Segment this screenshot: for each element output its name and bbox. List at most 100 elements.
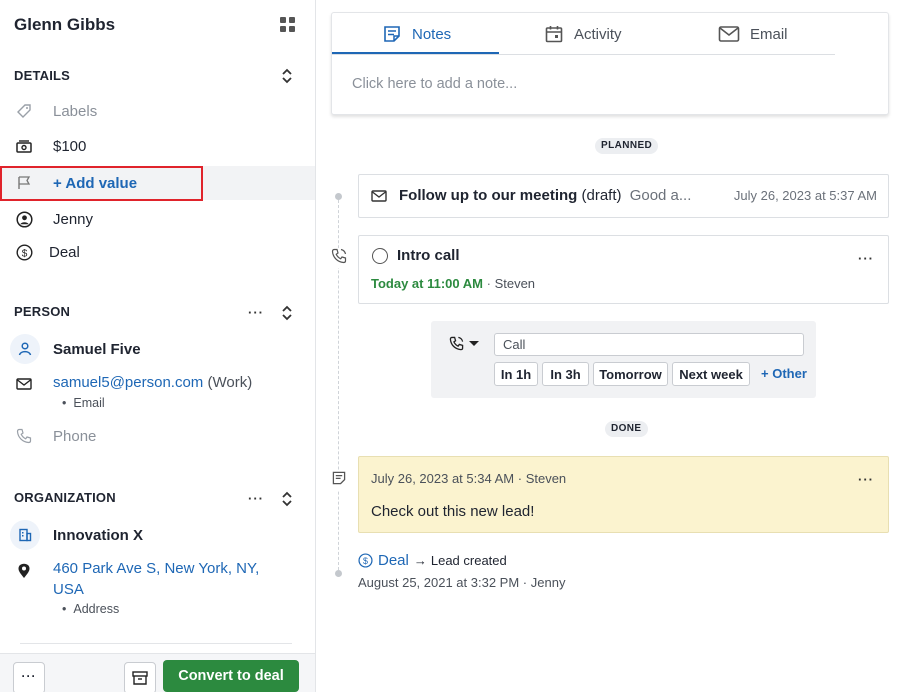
note-icon	[384, 26, 400, 42]
note-date: July 26, 2023 at 5:34 AM	[371, 471, 515, 486]
sidebar: Glenn Gibbs DETAILS Labels $100 + Add va…	[0, 0, 316, 692]
details-expand-icon[interactable]	[280, 67, 294, 85]
labels-row[interactable]: Labels	[0, 94, 315, 128]
in-3h-button[interactable]: In 3h	[542, 362, 589, 386]
call-due-time: Today at 11:00 AM	[371, 276, 483, 291]
tab-activity[interactable]: Activity	[544, 13, 622, 55]
owner-row[interactable]: Jenny	[0, 202, 315, 236]
quick-add-activity: Call In 1h In 3h Tomorrow Next week + Ot…	[431, 321, 816, 398]
building-icon	[19, 528, 32, 542]
money-icon	[15, 137, 33, 155]
person-email-link[interactable]: samuel5@person.com	[53, 374, 203, 391]
lead-created-author: Jenny	[530, 575, 566, 590]
note-text: Check out this new lead!	[371, 503, 535, 520]
person-expand-icon[interactable]	[280, 304, 294, 322]
email-date: July 26, 2023 at 5:37 AM	[733, 188, 877, 203]
user-circle-icon	[15, 210, 33, 228]
arrow-right-icon: →	[413, 553, 427, 568]
planned-label: PLANNED	[595, 138, 659, 154]
organization-name[interactable]: Innovation X	[53, 527, 143, 544]
lead-created-text: Lead created	[430, 553, 507, 568]
pipeline-row[interactable]: $ Deal	[0, 235, 315, 269]
call-activity-item[interactable]: Intro call Today at 11:00 AM · Steven ··…	[358, 235, 889, 304]
organization-heading: ORGANIZATION	[14, 490, 116, 505]
svg-text:$: $	[363, 556, 368, 566]
note-composer: Notes Activity Email Click here to add a…	[331, 12, 889, 115]
person-name[interactable]: Samuel Five	[53, 341, 141, 358]
person-icon	[18, 342, 32, 356]
lead-title: Glenn Gibbs	[14, 15, 116, 34]
tab-notes[interactable]: Notes	[382, 13, 451, 55]
activity-type-dropdown[interactable]	[449, 336, 480, 351]
dollar-circle-icon: $	[15, 243, 33, 261]
svg-text:$: $	[21, 248, 27, 259]
note-author: Steven	[525, 471, 567, 486]
location-pin-icon	[17, 563, 31, 583]
calendar-icon	[545, 26, 563, 43]
tab-email-label: Email	[750, 25, 788, 43]
grid-view-icon[interactable]	[280, 17, 295, 32]
tab-email[interactable]: Email	[718, 13, 788, 55]
email-draft-item[interactable]: Follow up to our meeting (draft) Good a.…	[358, 174, 889, 218]
lead-created-meta: August 25, 2021 at 3:32 PM · Jenny	[358, 575, 566, 590]
composer-tabs: Notes Activity Email	[332, 13, 835, 55]
active-tab-indicator	[332, 52, 499, 54]
email-subject: Follow up to our meeting	[399, 187, 578, 204]
organization-avatar	[10, 520, 40, 550]
footer-more-button[interactable]: ···	[13, 662, 45, 692]
timeline-dot	[335, 193, 342, 200]
other-time-link[interactable]: + Other	[761, 366, 807, 381]
done-label: DONE	[605, 421, 648, 437]
phone-icon	[16, 428, 32, 448]
phone-placeholder[interactable]: Phone	[53, 428, 96, 445]
organization-address-link[interactable]: 460 Park Ave S, New York, NY, USA	[53, 558, 278, 600]
call-timeline-icon	[331, 248, 347, 268]
next-week-button[interactable]: Next week	[672, 362, 750, 386]
labels-placeholder: Labels	[53, 102, 98, 120]
highlight-box	[0, 166, 203, 201]
lead-created-item: $ Deal → Lead created	[358, 552, 507, 569]
person-more-button[interactable]: ···	[246, 305, 266, 320]
envelope-icon	[16, 377, 32, 395]
dollar-circle-icon: $	[358, 553, 373, 568]
call-more-button[interactable]: ···	[858, 251, 874, 266]
note-input[interactable]: Click here to add a note...	[352, 76, 517, 92]
archive-icon	[132, 671, 148, 685]
note-item[interactable]: July 26, 2023 at 5:34 AM · Steven Check …	[358, 456, 889, 533]
phone-icon	[449, 336, 464, 351]
person-email-type: (Work)	[207, 374, 253, 391]
activity-subject-input[interactable]: Call	[494, 333, 804, 356]
tomorrow-button[interactable]: Tomorrow	[593, 362, 668, 386]
organization-more-button[interactable]: ···	[246, 491, 266, 506]
in-1h-button[interactable]: In 1h	[494, 362, 538, 386]
organization-expand-icon[interactable]	[280, 490, 294, 508]
owner-name: Jenny	[53, 210, 94, 228]
person-heading: PERSON	[14, 304, 71, 319]
value-row[interactable]: $100	[0, 129, 315, 163]
email-icon	[718, 26, 740, 42]
caret-down-icon	[469, 340, 479, 346]
note-timeline-icon	[331, 470, 347, 490]
pipeline-name: Deal	[49, 243, 80, 261]
email-label: Email	[62, 396, 104, 410]
call-assignee: Steven	[494, 276, 536, 291]
deal-link[interactable]: Deal	[378, 552, 409, 569]
tab-activity-label: Activity	[574, 25, 622, 43]
details-heading: DETAILS	[14, 68, 71, 83]
person-avatar	[10, 334, 40, 364]
envelope-icon	[371, 189, 387, 207]
call-title: Intro call	[397, 247, 460, 264]
tag-icon	[15, 102, 33, 120]
archive-button[interactable]	[124, 662, 156, 692]
note-more-button[interactable]: ···	[858, 472, 874, 487]
deal-value: $100	[53, 137, 87, 155]
timeline-dot	[335, 570, 342, 577]
mark-done-checkbox[interactable]	[372, 248, 388, 264]
address-label: Address	[62, 602, 119, 616]
sidebar-divider	[20, 643, 292, 644]
tab-notes-label: Notes	[412, 25, 452, 43]
email-status: (draft)	[581, 187, 622, 204]
email-preview: Good a...	[629, 187, 692, 204]
lead-created-date: August 25, 2021 at 3:32 PM	[358, 575, 520, 590]
convert-to-deal-button[interactable]: Convert to deal	[163, 660, 299, 692]
